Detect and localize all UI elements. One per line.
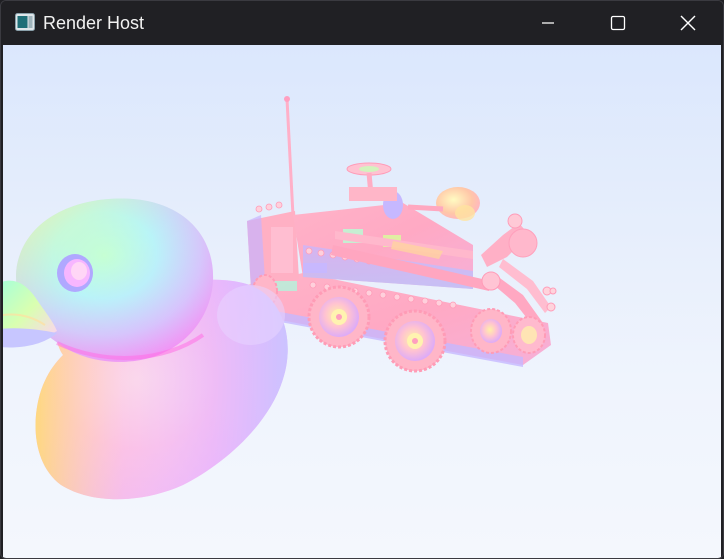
minimize-button[interactable] bbox=[513, 1, 583, 45]
title-bar[interactable]: Render Host bbox=[1, 1, 723, 45]
maximize-button[interactable] bbox=[583, 1, 653, 45]
close-icon bbox=[680, 15, 696, 31]
maximize-icon bbox=[610, 15, 626, 31]
app-icon bbox=[15, 13, 35, 31]
middle-wheel bbox=[383, 309, 447, 373]
app-window: Render Host bbox=[0, 0, 724, 559]
minimize-icon bbox=[542, 22, 554, 24]
rubber-duck-model bbox=[3, 198, 288, 500]
window-title: Render Host bbox=[43, 13, 145, 33]
lego-truck-model bbox=[247, 96, 557, 373]
close-button[interactable] bbox=[653, 1, 723, 45]
render-viewport[interactable] bbox=[3, 45, 721, 558]
scene-canvas bbox=[3, 96, 557, 500]
rear-wheel bbox=[307, 285, 371, 349]
